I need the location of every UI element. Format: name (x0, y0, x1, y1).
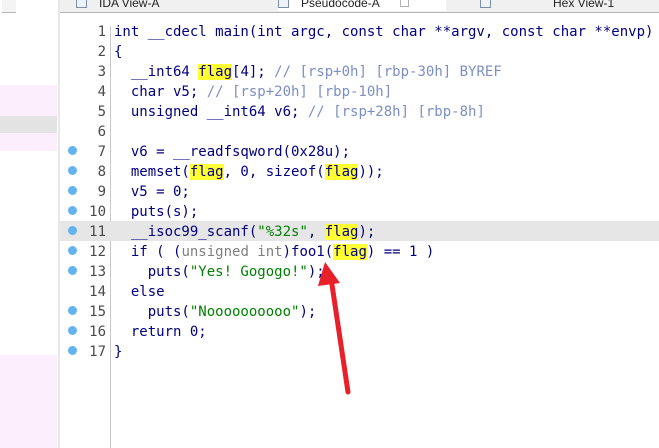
arrow-head (318, 262, 340, 286)
annotation-arrow (318, 262, 351, 395)
arrow-shaft (328, 275, 351, 395)
